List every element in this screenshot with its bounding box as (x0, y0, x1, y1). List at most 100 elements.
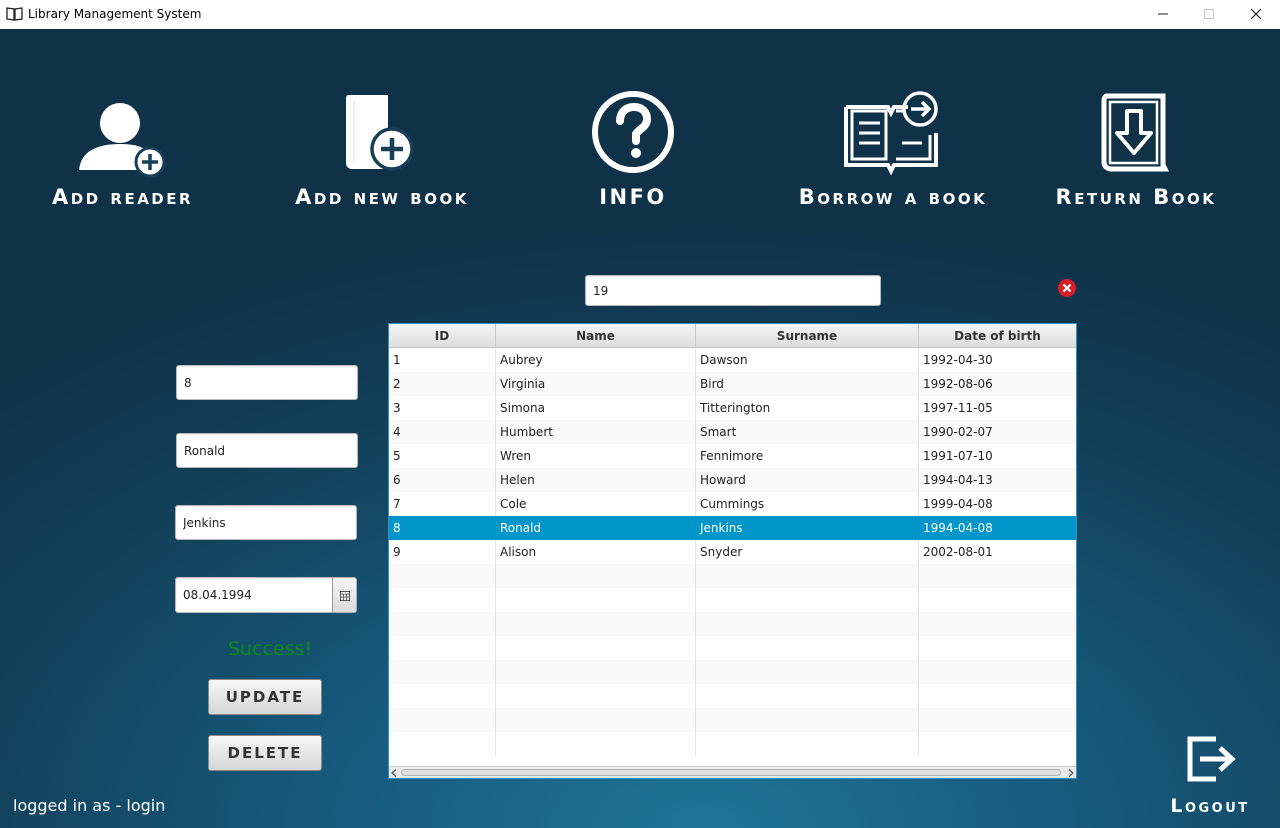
borrow-book-label: Borrow a book (798, 185, 988, 209)
cell-name: Aubrey (496, 348, 696, 372)
cell-surname: Bird (696, 372, 919, 396)
close-button[interactable] (1233, 0, 1279, 29)
cell-name: Helen (496, 468, 696, 492)
cell-surname: Jenkins (696, 516, 919, 540)
table-row[interactable]: 3 Simona Titterington 1997-11-05 (389, 396, 1076, 420)
borrow-book-button[interactable]: Borrow a book (784, 89, 1002, 209)
table-row[interactable]: 4 Humbert Smart 1990-02-07 (389, 420, 1076, 444)
cell-id (389, 660, 496, 684)
table-row[interactable]: 9 Alison Snyder 2002-08-01 (389, 540, 1076, 564)
cell-date-of-birth: 1990-02-07 (923, 425, 993, 439)
empty-table-row (389, 660, 1076, 684)
add-book-label: Add new book (295, 185, 469, 209)
add-reader-button[interactable]: Add reader (40, 89, 205, 209)
date-of-birth-field[interactable] (175, 577, 334, 613)
maximize-button[interactable] (1186, 0, 1232, 29)
add-book-icon (346, 95, 414, 171)
cell-name (496, 708, 696, 732)
name-field[interactable] (176, 433, 358, 468)
logout-button[interactable]: Logout (1158, 729, 1262, 819)
add-reader-label: Add reader (51, 185, 194, 209)
cell-name: Alison (496, 540, 696, 564)
cell-surname: Howard (696, 468, 919, 492)
cell-id (389, 588, 496, 612)
cell-id: 1 (389, 348, 496, 372)
add-book-button[interactable]: Add new book (282, 89, 482, 209)
cell-surname (696, 660, 919, 684)
cell-surname: Smart (696, 420, 919, 444)
table-row[interactable]: 8 Ronald Jenkins 1994-04-08 (389, 516, 1076, 540)
update-button[interactable]: UPDATE (208, 679, 322, 715)
cell-id: 7 (389, 492, 496, 516)
cell-date-of-birth (919, 732, 1076, 756)
search-input[interactable] (585, 275, 881, 306)
cell-id (389, 636, 496, 660)
cell-id: 6 (389, 468, 496, 492)
cell-date-of-birth: 1994-04-13 (923, 473, 993, 487)
scrollbar-thumb[interactable] (401, 769, 1061, 776)
date-picker-button[interactable] (332, 577, 357, 613)
cell-name: Cole (496, 492, 696, 516)
empty-table-row (389, 708, 1076, 732)
add-user-icon (79, 103, 166, 178)
cell-surname (696, 732, 919, 756)
horizontal-scrollbar[interactable] (389, 766, 1076, 778)
book-icon (6, 6, 23, 25)
cell-name (496, 732, 696, 756)
cell-id (389, 708, 496, 732)
cell-date-of-birth: 1997-11-05 (923, 401, 993, 415)
scroll-right-icon[interactable] (1068, 769, 1074, 777)
cell-surname: Dawson (696, 348, 919, 372)
table-body: 1 Aubrey Dawson 1992-04-30 2 Virginia Bird 1992… (389, 348, 1076, 756)
table-row[interactable]: 7 Cole Cummings 1999-04-08 (389, 492, 1076, 516)
cell-date-of-birth (919, 588, 1076, 612)
cell-date-of-birth (919, 564, 1076, 588)
column-header-name[interactable]: Name (496, 324, 696, 348)
info-button[interactable]: INFO (580, 89, 686, 209)
surname-field[interactable] (175, 505, 357, 540)
table-row[interactable]: 6 Helen Howard 1994-04-13 (389, 468, 1076, 492)
cell-date-of-birth (919, 660, 1076, 684)
clear-search-button[interactable] (1058, 279, 1076, 297)
cell-surname (696, 636, 919, 660)
info-label: INFO (599, 185, 667, 209)
cell-date-of-birth: 2002-08-01 (923, 545, 993, 559)
cell-date-of-birth (919, 612, 1076, 636)
cell-name (496, 636, 696, 660)
readers-table: ID Name Surname Date of birth 1 Aubrey Daw… (388, 323, 1077, 779)
column-header-surname[interactable]: Surname (696, 324, 919, 348)
open-book-icon (844, 91, 938, 175)
minimize-button[interactable] (1140, 0, 1186, 29)
calendar-icon (340, 591, 350, 601)
cell-name (496, 684, 696, 708)
cell-id (389, 612, 496, 636)
cell-id: 3 (389, 396, 496, 420)
table-row[interactable]: 2 Virginia Bird 1992-08-06 (389, 372, 1076, 396)
id-field[interactable] (176, 365, 358, 400)
scroll-left-icon[interactable] (391, 769, 397, 777)
empty-table-row (389, 564, 1076, 588)
cell-surname (696, 588, 919, 612)
cell-surname: Cummings (696, 492, 919, 516)
cell-date-of-birth: 1992-04-30 (923, 353, 993, 367)
window-title: Library Management System (28, 7, 202, 21)
return-book-label: Return Book (1055, 185, 1217, 209)
delete-button[interactable]: DELETE (208, 735, 322, 771)
cell-surname (696, 684, 919, 708)
cell-id: 5 (389, 444, 496, 468)
table-row[interactable]: 1 Aubrey Dawson 1992-04-30 (389, 348, 1076, 372)
empty-table-row (389, 636, 1076, 660)
cell-id: 8 (389, 516, 496, 540)
column-header-date-of-birth[interactable]: Date of birth (919, 324, 1076, 348)
cell-id: 9 (389, 540, 496, 564)
cell-date-of-birth (919, 684, 1076, 708)
table-row[interactable]: 5 Wren Fennimore 1991-07-10 (389, 444, 1076, 468)
return-book-icon (1101, 93, 1170, 172)
cell-name (496, 660, 696, 684)
column-header-id[interactable]: ID (389, 324, 496, 348)
cell-id: 4 (389, 420, 496, 444)
cell-name (496, 588, 696, 612)
cell-surname (696, 564, 919, 588)
return-book-button[interactable]: Return Book (1040, 89, 1232, 209)
cell-name: Ronald (496, 516, 696, 540)
